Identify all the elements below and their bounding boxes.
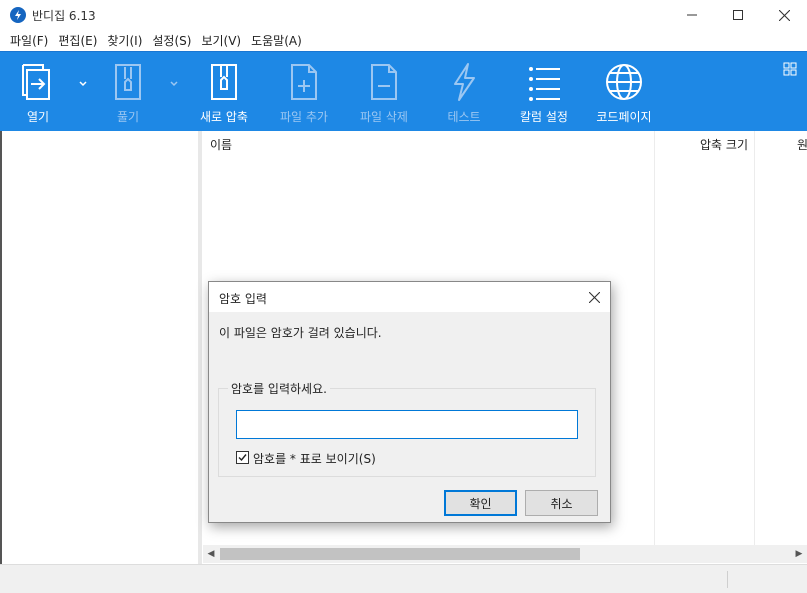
pane-splitter[interactable] bbox=[198, 131, 202, 564]
lightning-icon bbox=[454, 63, 475, 101]
menu-file[interactable]: 파일(F) bbox=[5, 32, 53, 49]
codepage-label: 코드페이지 bbox=[596, 110, 652, 124]
folder-tree-pane[interactable] bbox=[0, 131, 200, 564]
column-list-icon bbox=[529, 67, 560, 101]
column-divider[interactable] bbox=[754, 131, 755, 545]
ok-button[interactable]: 확인 bbox=[444, 490, 517, 516]
show-password-checkbox[interactable] bbox=[236, 451, 249, 464]
checkmark-icon bbox=[238, 454, 247, 462]
dialog-title: 암호 입력 bbox=[219, 292, 267, 306]
bandizip-logo-icon bbox=[10, 7, 26, 23]
extract-zip-icon bbox=[115, 64, 141, 100]
extract-dropdown-icon[interactable] bbox=[168, 78, 180, 90]
menu-find[interactable]: 찾기(I) bbox=[102, 32, 147, 49]
globe-icon bbox=[606, 64, 642, 100]
new-zip-icon bbox=[211, 64, 237, 100]
add-file-button[interactable]: 파일 추가 bbox=[264, 52, 344, 132]
extract-button[interactable]: 풀기 bbox=[88, 52, 168, 132]
show-password-label[interactable]: 암호를 * 표로 보이기(S) bbox=[253, 450, 376, 467]
menu-help[interactable]: 도움말(A) bbox=[246, 32, 307, 49]
status-bar bbox=[0, 564, 807, 593]
column-divider[interactable] bbox=[654, 131, 655, 545]
add-file-icon bbox=[291, 64, 317, 100]
scrollbar-thumb[interactable] bbox=[220, 548, 580, 560]
layout-grid-icon[interactable] bbox=[783, 62, 797, 76]
maximize-icon bbox=[733, 10, 743, 20]
open-archive-icon bbox=[22, 64, 50, 100]
password-group-label: 암호를 입력하세요. bbox=[228, 380, 330, 397]
test-button[interactable]: 테스트 bbox=[424, 52, 504, 132]
open-label: 열기 bbox=[26, 110, 50, 124]
column-header-compressed-size[interactable]: 압축 크기 bbox=[658, 131, 748, 157]
scroll-right-arrow-icon[interactable]: ▶ bbox=[791, 545, 807, 563]
open-button[interactable]: 열기 bbox=[0, 52, 78, 132]
horizontal-scrollbar[interactable]: ◀ ▶ bbox=[203, 545, 807, 563]
extract-label: 풀기 bbox=[116, 110, 140, 124]
add-file-label: 파일 추가 bbox=[280, 110, 328, 124]
dialog-message: 이 파일은 암호가 걸려 있습니다. bbox=[219, 326, 382, 340]
dialog-close-button[interactable] bbox=[578, 282, 610, 312]
test-label: 테스트 bbox=[447, 110, 481, 124]
delete-file-label: 파일 삭제 bbox=[360, 110, 408, 124]
new-archive-label: 새로 압축 bbox=[200, 110, 248, 124]
column-settings-label: 칼럼 설정 bbox=[520, 110, 568, 124]
column-header-name[interactable]: 이름 bbox=[210, 131, 650, 157]
toolbar: 열기 풀기 새로 압축 파일 추가 파일 삭제 테스트 칼럼 설정 코드페이지 bbox=[0, 51, 807, 131]
column-settings-button[interactable]: 칼럼 설정 bbox=[504, 52, 584, 132]
menu-bar: 파일(F) 편집(E) 찾기(I) 설정(S) 보기(V) 도움말(A) bbox=[0, 30, 807, 51]
column-header-original[interactable]: 원 bbox=[797, 131, 807, 157]
maximize-button[interactable] bbox=[715, 0, 761, 30]
codepage-button[interactable]: 코드페이지 bbox=[584, 52, 664, 132]
new-archive-button[interactable]: 새로 압축 bbox=[184, 52, 264, 132]
menu-settings[interactable]: 설정(S) bbox=[147, 32, 196, 49]
scroll-left-arrow-icon[interactable]: ◀ bbox=[203, 545, 219, 563]
close-window-button[interactable] bbox=[761, 0, 807, 30]
password-input[interactable] bbox=[236, 410, 578, 439]
password-dialog: 암호 입력 이 파일은 암호가 걸려 있습니다. 암호를 입력하세요. 암호를 … bbox=[208, 281, 611, 523]
minimize-button[interactable] bbox=[669, 0, 715, 30]
title-bar: 반디집 6.13 bbox=[0, 0, 807, 30]
cancel-button[interactable]: 취소 bbox=[525, 490, 598, 516]
window-title: 반디집 6.13 bbox=[32, 8, 96, 23]
delete-file-button[interactable]: 파일 삭제 bbox=[344, 52, 424, 132]
status-divider bbox=[727, 571, 728, 588]
menu-edit[interactable]: 편집(E) bbox=[53, 32, 102, 49]
menu-view[interactable]: 보기(V) bbox=[196, 32, 246, 49]
close-icon bbox=[588, 291, 600, 303]
delete-file-icon bbox=[371, 64, 397, 100]
dialog-title-bar: 암호 입력 bbox=[209, 282, 610, 312]
close-icon bbox=[778, 9, 790, 21]
minimize-icon bbox=[687, 14, 697, 16]
password-groupbox: 암호를 입력하세요. 암호를 * 표로 보이기(S) bbox=[218, 380, 596, 477]
